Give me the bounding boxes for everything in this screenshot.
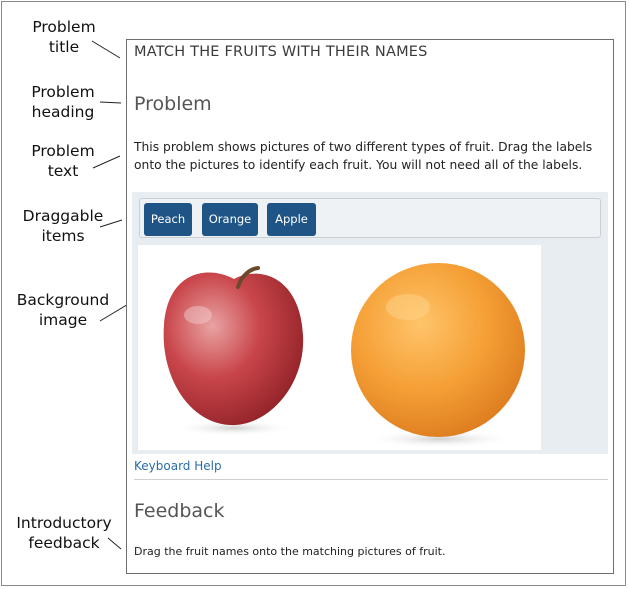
fruit-image (163, 263, 525, 448)
draggable-item-orange[interactable]: Orange (202, 203, 258, 236)
feedback-text: Drag the fruit names onto the matching p… (134, 545, 446, 558)
leader-line (92, 155, 121, 169)
drag-and-drop-area: Peach Orange Apple (132, 192, 608, 454)
problem-heading: Problem (134, 93, 212, 115)
leader-line (91, 40, 121, 59)
problem-panel: MATCH THE FRUITS WITH THEIR NAMES Proble… (126, 39, 614, 574)
problem-title: MATCH THE FRUITS WITH THEIR NAMES (134, 44, 428, 60)
draggable-item-apple[interactable]: Apple (267, 203, 316, 236)
orange-image (351, 263, 525, 448)
feedback-heading: Feedback (134, 500, 225, 522)
leader-line (99, 101, 122, 104)
leader-line (99, 219, 123, 228)
keyboard-help-link[interactable]: Keyboard Help (134, 459, 222, 473)
divider (134, 479, 608, 480)
background-image[interactable] (138, 245, 541, 450)
problem-text: This problem shows pictures of two diffe… (134, 140, 593, 172)
leader-line (107, 537, 122, 550)
apple-image (163, 266, 304, 436)
draggable-item-peach[interactable]: Peach (144, 203, 192, 236)
draggable-items-tray: Peach Orange Apple (139, 198, 601, 238)
